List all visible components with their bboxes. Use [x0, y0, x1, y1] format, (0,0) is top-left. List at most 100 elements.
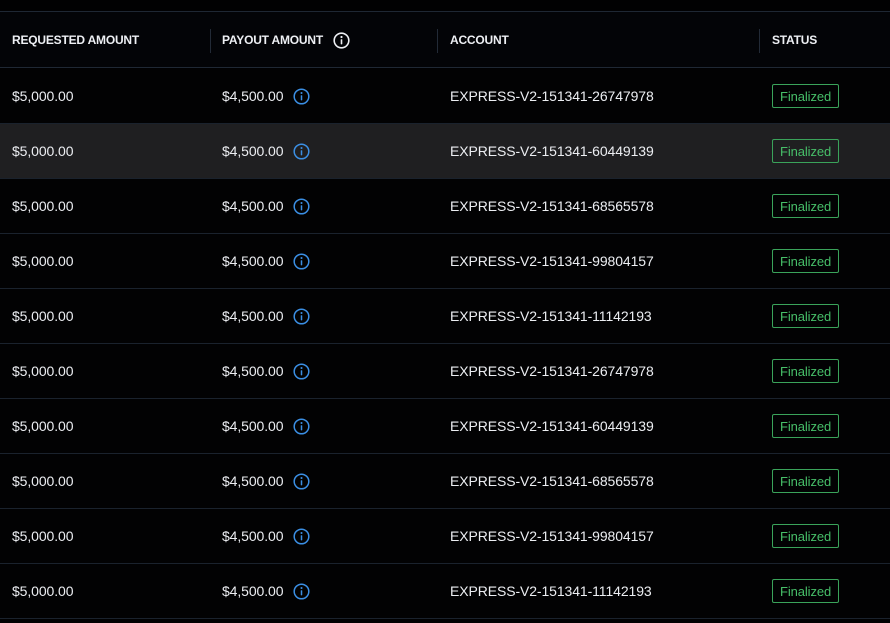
- column-separator[interactable]: [210, 29, 211, 53]
- cell-requested-amount: $5,000.00: [12, 234, 73, 288]
- payout-amount-value: $4,500.00: [222, 473, 284, 489]
- cell-payout-amount: $4,500.00: [222, 509, 310, 563]
- cell-payout-amount: $4,500.00: [222, 454, 310, 508]
- cell-requested-amount: $5,000.00: [12, 289, 73, 343]
- cell-requested-amount: $5,000.00: [12, 179, 73, 233]
- column-separator[interactable]: [759, 29, 760, 53]
- account-value: EXPRESS-V2-151341-60449139: [450, 418, 654, 434]
- cell-payout-amount: $4,500.00: [222, 289, 310, 343]
- cell-account: EXPRESS-V2-151341-26747978: [450, 344, 654, 398]
- cell-account: EXPRESS-V2-151341-99804157: [450, 509, 654, 563]
- account-value: EXPRESS-V2-151341-11142193: [450, 308, 652, 324]
- table-row[interactable]: $5,000.00 $4,500.00 EXPRESS-V2-151341-1114…: [0, 289, 890, 344]
- cell-account: EXPRESS-V2-151341-60449139: [450, 399, 654, 453]
- status-badge: Finalized: [772, 469, 840, 493]
- payout-amount-value: $4,500.00: [222, 528, 284, 544]
- requested-amount-value: $5,000.00: [12, 198, 74, 214]
- info-icon[interactable]: [293, 527, 310, 545]
- cell-payout-amount: $4,500.00: [222, 564, 310, 618]
- info-icon[interactable]: [293, 417, 310, 435]
- payout-amount-value: $4,500.00: [222, 308, 284, 324]
- cell-account: EXPRESS-V2-151341-68565578: [450, 454, 654, 508]
- cell-requested-amount: $5,000.00: [12, 344, 73, 398]
- payout-amount-value: $4,500.00: [222, 198, 284, 214]
- info-icon[interactable]: [333, 31, 350, 49]
- table-row[interactable]: $5,000.00 $4,500.00 EXPRESS-V2-151341-2674…: [0, 69, 890, 124]
- cell-status: Finalized: [772, 289, 840, 343]
- table-row[interactable]: $5,000.00 $4,500.00 EXPRESS-V2-151341-2674…: [0, 344, 890, 399]
- cell-requested-amount: $5,000.00: [12, 124, 73, 178]
- table-row[interactable]: $5,000.00 $4,500.00 EXPRESS-V2-151341-9980…: [0, 234, 890, 289]
- column-header-requested-amount[interactable]: REQUESTED AMOUNT: [12, 12, 139, 68]
- requested-amount-value: $5,000.00: [12, 418, 74, 434]
- column-header-payout-amount[interactable]: PAYOUT AMOUNT: [222, 12, 350, 68]
- info-icon[interactable]: [293, 142, 310, 160]
- info-icon[interactable]: [293, 307, 310, 325]
- cell-requested-amount: $5,000.00: [12, 454, 73, 508]
- table-row[interactable]: $5,000.00 $4,500.00 EXPRESS-V2-151341-9980…: [0, 509, 890, 564]
- info-icon[interactable]: [293, 582, 310, 600]
- cell-account: EXPRESS-V2-151341-60449139: [450, 124, 654, 178]
- column-header-status[interactable]: STATUS: [772, 12, 817, 68]
- account-value: EXPRESS-V2-151341-60449139: [450, 143, 654, 159]
- column-header-label: PAYOUT AMOUNT: [222, 33, 323, 47]
- cell-status: Finalized: [772, 234, 840, 288]
- cell-status: Finalized: [772, 509, 840, 563]
- cell-requested-amount: $5,000.00: [12, 399, 73, 453]
- requested-amount-value: $5,000.00: [12, 253, 74, 269]
- account-value: EXPRESS-V2-151341-68565578: [450, 198, 654, 214]
- cell-payout-amount: $4,500.00: [222, 69, 310, 123]
- cell-payout-amount: $4,500.00: [222, 124, 310, 178]
- cell-payout-amount: $4,500.00: [222, 234, 310, 288]
- cell-status: Finalized: [772, 344, 840, 398]
- info-icon[interactable]: [293, 87, 310, 105]
- cell-requested-amount: $5,000.00: [12, 69, 73, 123]
- requested-amount-value: $5,000.00: [12, 528, 74, 544]
- cell-status: Finalized: [772, 179, 840, 233]
- status-badge: Finalized: [772, 84, 840, 108]
- cell-payout-amount: $4,500.00: [222, 179, 310, 233]
- cell-account: EXPRESS-V2-151341-11142193: [450, 289, 652, 343]
- status-badge: Finalized: [772, 579, 840, 603]
- info-icon[interactable]: [293, 472, 310, 490]
- cell-payout-amount: $4,500.00: [222, 399, 310, 453]
- info-icon[interactable]: [293, 197, 310, 215]
- requested-amount-value: $5,000.00: [12, 363, 74, 379]
- column-header-label: STATUS: [772, 33, 818, 47]
- account-value: EXPRESS-V2-151341-99804157: [450, 528, 654, 544]
- account-value: EXPRESS-V2-151341-68565578: [450, 473, 654, 489]
- requested-amount-value: $5,000.00: [12, 88, 74, 104]
- cell-status: Finalized: [772, 454, 840, 508]
- requested-amount-value: $5,000.00: [12, 473, 74, 489]
- cell-requested-amount: $5,000.00: [12, 509, 73, 563]
- column-separator[interactable]: [437, 29, 438, 53]
- requested-amount-value: $5,000.00: [12, 143, 74, 159]
- table-row[interactable]: $5,000.00 $4,500.00 EXPRESS-V2-151341-1114…: [0, 564, 890, 619]
- payout-amount-value: $4,500.00: [222, 143, 284, 159]
- column-header-label: REQUESTED AMOUNT: [12, 33, 140, 47]
- status-badge: Finalized: [772, 304, 840, 328]
- column-header-account[interactable]: ACCOUNT: [450, 12, 509, 68]
- status-badge: Finalized: [772, 249, 840, 273]
- table-header: REQUESTED AMOUNT PAYOUT AMOUNT ACCOUNT S…: [0, 12, 890, 68]
- status-badge: Finalized: [772, 524, 840, 548]
- table-row[interactable]: $5,000.00 $4,500.00 EXPRESS-V2-151341-6856…: [0, 179, 890, 234]
- info-icon[interactable]: [293, 252, 310, 270]
- cell-account: EXPRESS-V2-151341-68565578: [450, 179, 654, 233]
- payout-amount-value: $4,500.00: [222, 88, 284, 104]
- info-icon[interactable]: [293, 362, 310, 380]
- cell-status: Finalized: [772, 69, 840, 123]
- cell-payout-amount: $4,500.00: [222, 344, 310, 398]
- status-badge: Finalized: [772, 139, 840, 163]
- table-row[interactable]: $5,000.00 $4,500.00 EXPRESS-V2-151341-6044…: [0, 399, 890, 454]
- table-row[interactable]: $5,000.00 $4,500.00 EXPRESS-V2-151341-6044…: [0, 124, 890, 179]
- account-value: EXPRESS-V2-151341-99804157: [450, 253, 654, 269]
- account-value: EXPRESS-V2-151341-26747978: [450, 363, 654, 379]
- requested-amount-value: $5,000.00: [12, 308, 74, 324]
- table-row[interactable]: $5,000.00 $4,500.00 EXPRESS-V2-151341-6856…: [0, 454, 890, 509]
- requested-amount-value: $5,000.00: [12, 583, 74, 599]
- account-value: EXPRESS-V2-151341-26747978: [450, 88, 654, 104]
- payout-amount-value: $4,500.00: [222, 253, 284, 269]
- cell-account: EXPRESS-V2-151341-11142193: [450, 564, 652, 618]
- payout-amount-value: $4,500.00: [222, 583, 284, 599]
